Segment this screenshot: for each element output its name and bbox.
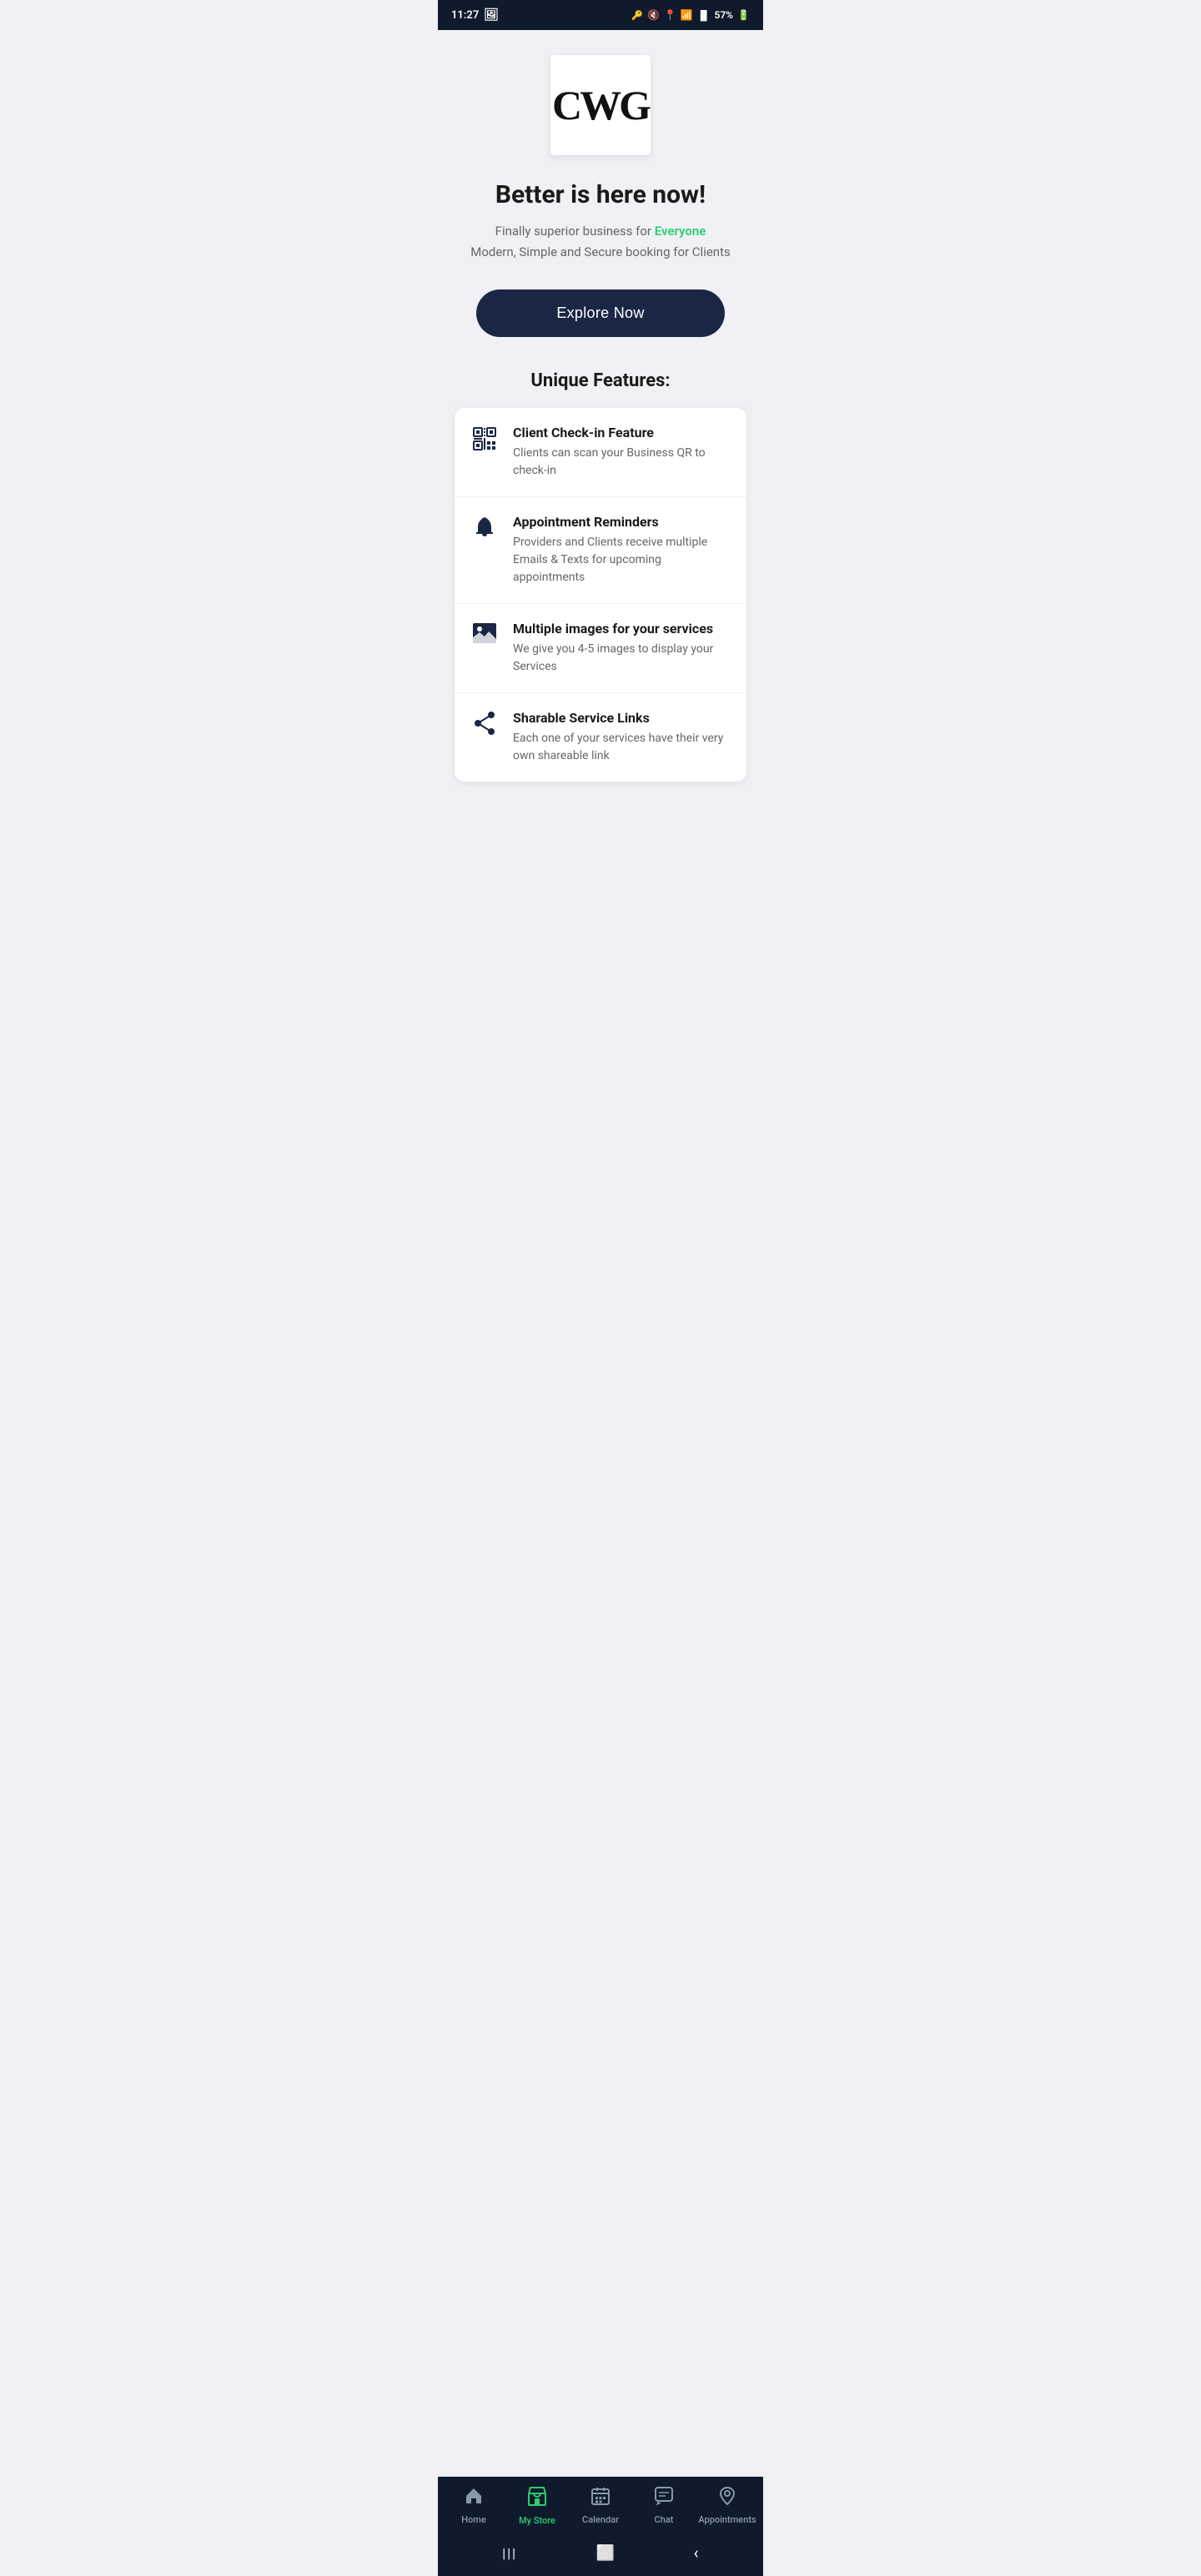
feature-item-images: Multiple images for your services We giv… <box>455 604 746 693</box>
wifi-icon: 📶 <box>681 9 693 21</box>
calendar-icon <box>590 2486 611 2511</box>
feature-title-reminders: Appointment Reminders <box>513 514 731 530</box>
logo-text: CWG <box>552 84 649 126</box>
battery-label: 57% <box>714 9 733 21</box>
hero-subtitle2: Modern, Simple and Secure booking for Cl… <box>470 244 731 259</box>
feature-content-images: Multiple images for your services We giv… <box>513 621 731 676</box>
recent-apps-button[interactable]: ||| <box>485 2542 534 2564</box>
image-icon <box>470 622 500 644</box>
subtitle-text-1: Finally superior business for <box>495 224 655 239</box>
hero-title: Better is here now! <box>495 180 706 209</box>
key-icon: 🔑 <box>631 10 643 21</box>
signal-icon: ▐▌ <box>697 10 711 21</box>
share-icon <box>470 712 500 735</box>
feature-item-checkin: Client Check-in Feature Clients can scan… <box>455 408 746 497</box>
back-button[interactable]: ‹ <box>677 2539 716 2566</box>
store-icon <box>526 2485 548 2512</box>
feature-desc-images: We give you 4-5 images to display your S… <box>513 641 731 676</box>
appointments-icon <box>717 2486 737 2511</box>
nav-item-home[interactable]: Home <box>442 2486 505 2525</box>
status-time: 11:27 🖼 <box>451 8 499 22</box>
features-list: Client Check-in Feature Clients can scan… <box>455 408 746 782</box>
battery-icon: 🔋 <box>737 9 750 21</box>
main-content: CWG Better is here now! Finally superior… <box>438 30 763 907</box>
feature-title-share: Sharable Service Links <box>513 710 731 726</box>
feature-item-share: Sharable Service Links Each one of your … <box>455 693 746 782</box>
nav-label-mystore: My Store <box>519 2515 555 2526</box>
feature-title-images: Multiple images for your services <box>513 621 731 636</box>
status-icons: 🔑 🔇 📍 📶 ▐▌ 57% 🔋 <box>631 9 750 21</box>
bell-icon <box>470 516 500 541</box>
hero-subtitle: Finally superior business for Everyone <box>495 221 706 241</box>
location-icon: 📍 <box>664 9 676 21</box>
home-icon <box>464 2486 484 2511</box>
feature-desc-reminders: Providers and Clients receive multiple E… <box>513 534 731 586</box>
chat-icon <box>654 2486 674 2511</box>
features-title: Unique Features: <box>530 370 670 391</box>
nav-label-appointments: Appointments <box>698 2514 756 2525</box>
feature-desc-checkin: Clients can scan your Business QR to che… <box>513 445 731 480</box>
nav-item-mystore[interactable]: My Store <box>505 2485 569 2526</box>
bottom-nav: Home My Store <box>438 2477 763 2533</box>
feature-item-reminders: Appointment Reminders Providers and Clie… <box>455 497 746 604</box>
home-button[interactable]: ⬜ <box>580 2541 631 2565</box>
subtitle-highlight: Everyone <box>655 224 706 239</box>
feature-content-share: Sharable Service Links Each one of your … <box>513 710 731 765</box>
status-bar: 11:27 🖼 🔑 🔇 📍 📶 ▐▌ 57% 🔋 <box>438 0 763 30</box>
time-display: 11:27 <box>451 9 479 22</box>
nav-item-chat[interactable]: Chat <box>632 2486 696 2525</box>
nav-item-appointments[interactable]: Appointments <box>696 2486 759 2525</box>
qr-code-icon <box>470 426 500 451</box>
mute-icon: 🔇 <box>647 9 660 21</box>
logo-container: CWG <box>550 55 651 155</box>
nav-label-home: Home <box>461 2514 486 2525</box>
nav-container: Home My Store <box>438 2477 763 2576</box>
photo-icon: 🖼 <box>484 8 499 22</box>
nav-label-calendar: Calendar <box>582 2514 619 2525</box>
feature-content-reminders: Appointment Reminders Providers and Clie… <box>513 514 731 586</box>
nav-label-chat: Chat <box>655 2514 674 2525</box>
feature-desc-share: Each one of your services have their ver… <box>513 730 731 765</box>
system-nav-bar: ||| ⬜ ‹ <box>438 2533 763 2576</box>
explore-now-button[interactable]: Explore Now <box>476 289 725 337</box>
feature-content-checkin: Client Check-in Feature Clients can scan… <box>513 425 731 480</box>
feature-title-checkin: Client Check-in Feature <box>513 425 731 440</box>
nav-item-calendar[interactable]: Calendar <box>569 2486 632 2525</box>
